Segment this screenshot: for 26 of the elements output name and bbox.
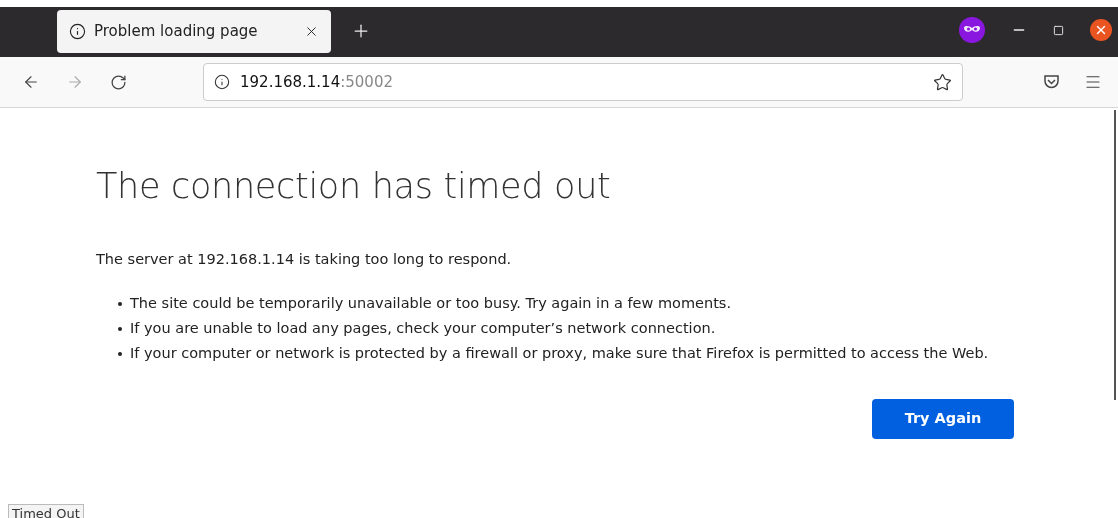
try-again-button[interactable]: Try Again xyxy=(872,399,1014,440)
back-icon[interactable] xyxy=(22,73,40,91)
suggestion-text: If you are unable to load any pages, check your computer’s network connection. xyxy=(130,319,716,339)
pocket-icon[interactable] xyxy=(1043,74,1060,90)
mask-icon[interactable] xyxy=(959,17,985,43)
close-icon[interactable] xyxy=(304,24,319,39)
info-icon[interactable] xyxy=(214,74,230,90)
bullet-icon xyxy=(118,327,122,332)
bullet-icon xyxy=(118,302,122,307)
info-icon xyxy=(69,23,86,40)
tab-title: Problem loading page xyxy=(94,21,259,43)
bullet-icon xyxy=(118,352,122,357)
url-text: 192.168.1.14:50002 xyxy=(240,71,394,93)
menu-icon[interactable] xyxy=(1084,73,1102,91)
error-heading: The connection has timed out xyxy=(96,165,612,208)
reload-icon[interactable] xyxy=(110,73,127,91)
close-icon xyxy=(1094,23,1108,37)
browser-tab[interactable]: Problem loading page xyxy=(57,10,331,53)
close-window-button[interactable] xyxy=(1090,19,1112,41)
maximize-icon[interactable] xyxy=(1053,24,1064,36)
status-tooltip: Timed Out xyxy=(8,504,84,518)
address-field[interactable]: 192.168.1.14:50002 xyxy=(203,63,963,101)
suggestion-text: The site could be temporarily unavailable or too busy. Try again in a few moments. xyxy=(130,294,732,314)
bookmark-star-icon[interactable] xyxy=(933,72,952,92)
suggestion-text: If your computer or network is protected by a firewall or proxy, make sure that Firefox is permitted to access the Web. xyxy=(130,344,989,364)
error-message: The server at 192.168.1.14 is taking too long to respond. xyxy=(96,249,513,269)
